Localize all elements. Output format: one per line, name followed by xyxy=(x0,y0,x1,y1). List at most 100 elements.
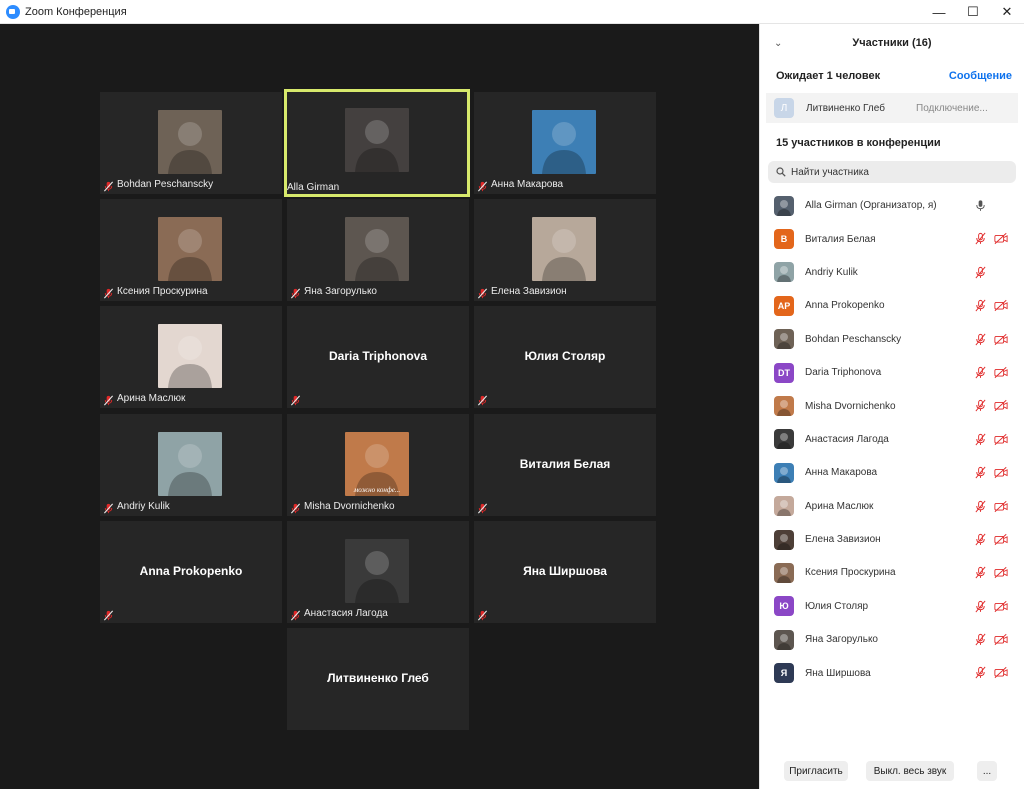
avatar xyxy=(774,396,794,417)
chevron-down-icon[interactable]: ⌄ xyxy=(774,38,782,49)
video-off-icon[interactable] xyxy=(994,399,1008,412)
participant-row[interactable]: Анастасия Лагода xyxy=(760,423,1024,456)
participant-row[interactable]: Ксения Проскурина xyxy=(760,556,1024,589)
mic-muted-icon[interactable] xyxy=(974,299,987,312)
video-tile[interactable]: Арина Маслюк xyxy=(100,306,282,408)
video-off-icon[interactable] xyxy=(994,299,1008,312)
panel-title: Участники (16) xyxy=(852,37,932,49)
participant-row[interactable]: Я Яна Ширшова xyxy=(760,656,1024,689)
more-button[interactable]: ... xyxy=(977,761,997,781)
participant-status-icons xyxy=(974,666,1008,679)
mic-muted-icon[interactable] xyxy=(974,366,987,379)
title-bar: Zoom Конференция — ☐ ✕ xyxy=(0,0,1024,24)
participant-status-icons xyxy=(974,533,1008,546)
mic-muted-icon[interactable] xyxy=(974,633,987,646)
tile-label xyxy=(103,608,117,621)
maximize-button[interactable]: ☐ xyxy=(956,0,990,24)
participant-row[interactable]: DT Daria Triphonova xyxy=(760,356,1024,389)
mic-muted-icon[interactable] xyxy=(974,666,987,679)
participant-row[interactable]: Misha Dvornichenko xyxy=(760,389,1024,422)
participant-name: Виталия Белая xyxy=(805,233,876,245)
avatar: Я xyxy=(774,663,794,684)
participant-row[interactable]: Анна Макарова xyxy=(760,456,1024,489)
participant-name: Юлия Столяр xyxy=(805,600,869,612)
participant-status-icons xyxy=(974,333,1008,346)
participant-row[interactable]: Яна Загорулько xyxy=(760,623,1024,656)
video-tile[interactable]: Елена Завизион xyxy=(474,199,656,301)
avatar: Ю xyxy=(774,596,794,617)
tile-display-name: Юлия Столяр xyxy=(524,349,606,363)
minimize-button[interactable]: — xyxy=(922,0,956,24)
participant-row[interactable]: Andriy Kulik xyxy=(760,256,1024,289)
invite-button[interactable]: Пригласить xyxy=(784,761,848,781)
participant-name: Арина Маслюк xyxy=(805,500,874,512)
video-tile[interactable]: Bohdan Peschanscky xyxy=(100,92,282,194)
video-tile[interactable]: Anna Prokopenko xyxy=(100,521,282,623)
video-tile[interactable]: Ксения Проскурина xyxy=(100,199,282,301)
video-tile[interactable]: Daria Triphonova xyxy=(287,306,469,408)
participant-name: Anna Prokopenko xyxy=(805,300,885,312)
video-tile[interactable]: Яна Ширшова xyxy=(474,521,656,623)
avatar xyxy=(774,329,794,350)
mic-muted-icon[interactable] xyxy=(974,399,987,412)
mic-muted-icon[interactable] xyxy=(974,500,987,513)
search-icon xyxy=(776,167,786,177)
tile-label: Анастасия Лагода xyxy=(290,608,388,621)
participant-row[interactable]: AP Anna Prokopenko xyxy=(760,289,1024,322)
mic-muted-icon[interactable] xyxy=(974,333,987,346)
avatar: Л xyxy=(774,98,794,118)
tile-participant-name: Анна Макарова xyxy=(491,179,564,190)
video-off-icon[interactable] xyxy=(994,600,1008,613)
close-button[interactable]: ✕ xyxy=(990,0,1024,24)
video-off-icon[interactable] xyxy=(994,500,1008,513)
mic-on-icon[interactable] xyxy=(974,199,987,212)
mic-muted-icon[interactable] xyxy=(974,566,987,579)
video-tile[interactable]: Andriy Kulik xyxy=(100,414,282,516)
participant-row[interactable]: Alla Girman (Организатор, я) xyxy=(760,189,1024,222)
video-off-icon[interactable] xyxy=(994,533,1008,546)
participant-row[interactable]: Арина Маслюк xyxy=(760,490,1024,523)
video-tile[interactable]: Виталия Белая xyxy=(474,414,656,516)
tile-label: Яна Загорулько xyxy=(290,286,377,299)
mic-muted-icon[interactable] xyxy=(974,232,987,245)
video-tile[interactable]: Анна Макарова xyxy=(474,92,656,194)
mic-muted-icon[interactable] xyxy=(974,600,987,613)
participant-row[interactable]: В Виталия Белая xyxy=(760,222,1024,255)
waiting-participant[interactable]: Л Литвиненко Глеб Подключение... xyxy=(766,93,1018,123)
message-link[interactable]: Сообщение xyxy=(949,70,1012,82)
video-tile[interactable]: Литвиненко Глеб xyxy=(287,628,469,730)
video-off-icon[interactable] xyxy=(994,466,1008,479)
participant-row[interactable]: Ю Юлия Столяр xyxy=(760,590,1024,623)
video-off-icon[interactable] xyxy=(994,333,1008,346)
video-tile[interactable]: Юлия Столяр xyxy=(474,306,656,408)
mic-muted-icon xyxy=(477,286,488,299)
video-tile[interactable]: Анастасия Лагода xyxy=(287,521,469,623)
participant-name: Елена Завизион xyxy=(805,534,881,546)
participants-panel: ⌄ Участники (16) Ожидает 1 человек Сообщ… xyxy=(759,24,1024,789)
tile-participant-name: Ксения Проскурина xyxy=(117,286,208,297)
video-tile[interactable]: Яна Загорулько xyxy=(287,199,469,301)
mic-muted-icon[interactable] xyxy=(974,433,987,446)
participant-row[interactable]: Елена Завизион xyxy=(760,523,1024,556)
participant-name: Ксения Проскурина xyxy=(805,567,896,579)
video-tile[interactable]: можно конфе... Misha Dvornichenko xyxy=(287,414,469,516)
search-input[interactable] xyxy=(791,166,1001,178)
video-off-icon[interactable] xyxy=(994,232,1008,245)
tile-display-name: Виталия Белая xyxy=(519,457,611,471)
participant-photo xyxy=(158,324,222,388)
video-tile[interactable]: Alla Girman xyxy=(284,89,470,197)
video-off-icon[interactable] xyxy=(994,666,1008,679)
video-off-icon[interactable] xyxy=(994,433,1008,446)
video-off-icon[interactable] xyxy=(994,633,1008,646)
mic-muted-icon[interactable] xyxy=(974,466,987,479)
mic-muted-icon[interactable] xyxy=(974,266,987,279)
avatar xyxy=(774,429,794,450)
tile-participant-name: Анастасия Лагода xyxy=(304,608,388,619)
participant-row[interactable]: Bohdan Peschanscky xyxy=(760,323,1024,356)
participant-status-icons xyxy=(974,566,1008,579)
mic-muted-icon[interactable] xyxy=(974,533,987,546)
video-off-icon[interactable] xyxy=(994,366,1008,379)
video-off-icon[interactable] xyxy=(994,566,1008,579)
mute-all-button[interactable]: Выкл. весь звук xyxy=(866,761,954,781)
participant-search[interactable] xyxy=(768,161,1016,183)
